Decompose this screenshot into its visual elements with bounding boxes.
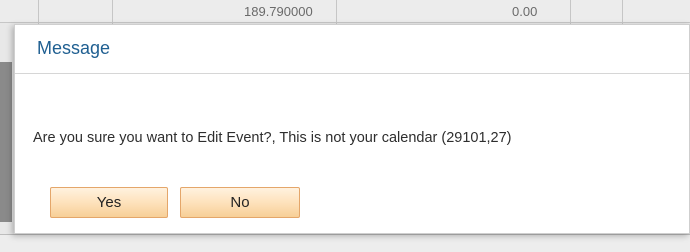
- background-grid-row: [0, 234, 690, 252]
- dialog-message: Are you sure you want to Edit Event?, Th…: [33, 130, 512, 146]
- background-cell-amount: 189.790000: [244, 4, 313, 19]
- no-button[interactable]: No: [180, 187, 300, 218]
- background-left-strip: [0, 62, 12, 222]
- yes-button[interactable]: Yes: [50, 187, 168, 218]
- dialog-title: Message: [37, 38, 111, 58]
- dialog-header: Message: [15, 25, 689, 74]
- background-cell-value: 0.00: [512, 4, 538, 19]
- background-grid-row: [0, 0, 690, 23]
- message-dialog: Message Are you sure you want to Edit Ev…: [14, 24, 690, 234]
